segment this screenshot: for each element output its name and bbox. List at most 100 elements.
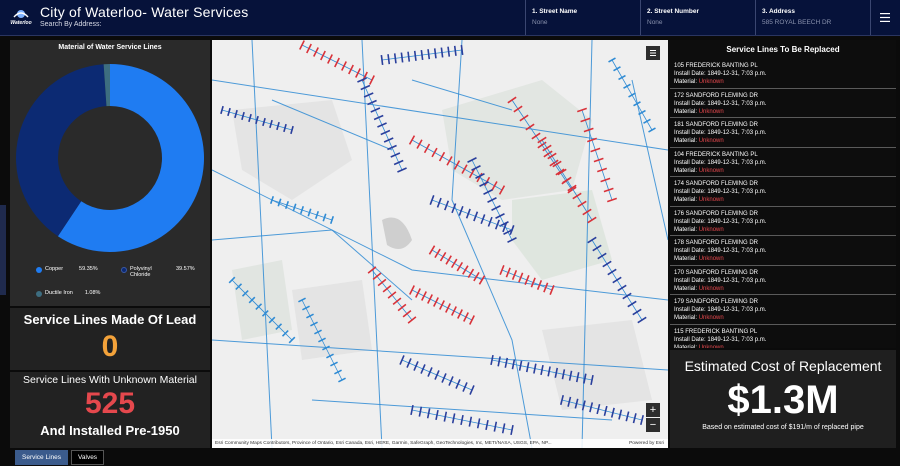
side-panel-toggle[interactable] xyxy=(0,205,6,295)
list-item-address: 104 FREDERICK BANTING PL xyxy=(674,151,758,158)
service-line-pvc xyxy=(436,197,442,208)
service-line-pvc xyxy=(469,385,475,395)
service-line-unknown xyxy=(431,147,438,158)
service-line-pvc xyxy=(418,406,423,417)
service-line-pvc xyxy=(420,49,424,61)
service-line-unknown xyxy=(439,300,445,310)
legend-item-copper[interactable]: Copper 59.35% xyxy=(36,266,98,273)
service-line-unknown xyxy=(427,294,433,304)
lead-count: 0 xyxy=(101,330,119,363)
service-line-pvc xyxy=(367,99,377,106)
tab-valves[interactable]: Valves xyxy=(71,450,105,465)
list-item-address: 105 FREDERICK BANTING PL xyxy=(674,63,758,69)
list-item[interactable]: 105 FREDERICK BANTING PL Install Date: 18… xyxy=(670,59,896,89)
legend-label: Polyvinyl Chloride xyxy=(130,266,152,278)
list-item-material: Material: Unknown xyxy=(674,138,724,144)
list-item-install-date: Install Date: 1849-12-31, 7:03 p.m. xyxy=(674,159,767,166)
list-item[interactable]: 174 SANDFORD FLEMING DR Install Date: 184… xyxy=(670,177,896,207)
material-donut-chart[interactable] xyxy=(10,58,210,258)
list-item[interactable]: 115 FREDERICK BANTING PL Install Date: 18… xyxy=(670,324,896,349)
list-item-install-date: Install Date: 1849-12-31, 7:03 p.m. xyxy=(674,71,767,77)
layer-list-button[interactable] xyxy=(646,46,660,60)
list-item-material: Material: Unknown xyxy=(674,344,724,349)
list-item[interactable]: 181 SANDFORD FLEMING DR Install Date: 184… xyxy=(670,118,896,148)
service-line-unknown xyxy=(367,266,377,274)
powered-by-esri[interactable]: Powered by Esri xyxy=(629,441,664,446)
pond xyxy=(382,217,412,249)
service-line-pvc xyxy=(490,354,494,366)
service-line-pvc xyxy=(462,382,468,392)
list-item-material: Material: Unknown xyxy=(674,256,724,262)
service-line-pvc xyxy=(380,129,391,136)
park-area xyxy=(442,80,592,200)
service-line-pvc xyxy=(406,358,412,368)
list-item-install-date: Install Date: 1849-12-31, 7:03 p.m. xyxy=(674,248,767,254)
list-item[interactable]: 104 FREDERICK BANTING PL Install Date: 18… xyxy=(670,147,896,177)
service-line-unknown xyxy=(456,261,464,272)
legend-item-ductile-iron[interactable]: Ductile Iron 1.08% xyxy=(36,290,100,297)
chart-legend: Copper 59.35% Polyvinyl Chloride 39.57% … xyxy=(36,266,206,306)
service-line-pvc xyxy=(399,355,405,365)
service-line-pvc xyxy=(448,376,454,386)
service-line-unknown xyxy=(320,50,326,61)
service-line-pvc xyxy=(357,77,367,83)
legend-pct: 1.08% xyxy=(84,290,101,296)
address-value: 585 ROYAL BEECH DR xyxy=(762,19,832,26)
service-line-pvc xyxy=(510,424,514,436)
chart-title: Material of Water Service Lines xyxy=(58,44,162,51)
service-line-pvc xyxy=(460,414,464,426)
list-item[interactable]: 178 SANDFORD FLEMING DR Install Date: 184… xyxy=(670,236,896,266)
service-line-pvc xyxy=(494,219,500,230)
list-item[interactable]: 172 SANDFORD FLEMING DR Install Date: 184… xyxy=(670,88,896,118)
map-canvas[interactable] xyxy=(212,40,668,448)
service-line-pvc xyxy=(387,54,391,65)
service-line-unknown xyxy=(369,75,375,85)
service-line-pvc xyxy=(444,200,450,211)
zoom-out-button[interactable]: − xyxy=(646,418,660,432)
service-line-pvc xyxy=(447,46,451,57)
street-main xyxy=(581,109,613,201)
service-line-pvc xyxy=(637,316,647,324)
service-lines-map[interactable]: + − Esri Community Maps Contributors, Pr… xyxy=(212,40,668,448)
service-line-pvc xyxy=(413,361,419,371)
service-line-unknown xyxy=(438,151,446,162)
service-line-pvc xyxy=(220,105,224,115)
service-line-unknown xyxy=(334,57,340,68)
list-item-material: Material: Unknown xyxy=(674,79,724,85)
list-item-install-date: Install Date: 1849-12-31, 7:03 p.m. xyxy=(674,218,767,225)
legend-item-pvc[interactable]: Polyvinyl Chloride 39.57% xyxy=(121,266,201,278)
service-line-pvc xyxy=(468,416,473,427)
list-item[interactable]: 176 SANDFORD FLEMING DR Install Date: 184… xyxy=(670,206,896,236)
service-line-pvc xyxy=(473,211,479,222)
legend-label: Ductile Iron xyxy=(45,290,73,296)
menu-button[interactable] xyxy=(870,0,898,35)
service-line-unknown xyxy=(530,277,536,288)
waterloo-logo: Waterloo xyxy=(6,3,36,33)
zoom-in-button[interactable]: + xyxy=(646,403,660,417)
service-line-pvc xyxy=(453,45,457,56)
service-line-unknown xyxy=(313,47,319,57)
service-line-unknown xyxy=(377,278,387,287)
tab-service-lines[interactable]: Service Lines xyxy=(15,450,69,465)
cost-note: Based on estimated cost of $191/m of rep… xyxy=(702,424,864,431)
water-main xyxy=(251,40,273,448)
list-item-material: Material: Unknown xyxy=(674,108,724,115)
street-name-selector[interactable]: 1. Street Name None xyxy=(525,0,640,35)
service-line-unknown xyxy=(392,297,402,305)
street-number-selector[interactable]: 2. Street Number None xyxy=(640,0,755,35)
service-line-unknown xyxy=(409,285,415,295)
bottom-tabs: Service Lines Valves xyxy=(15,450,107,465)
list-item-address: 115 FREDERICK BANTING PL xyxy=(674,328,758,335)
service-line-pvc xyxy=(360,84,371,91)
service-line-unknown xyxy=(445,303,451,313)
service-line-pvc xyxy=(420,364,426,374)
service-line-pvc xyxy=(426,408,431,419)
service-line-pvc xyxy=(227,107,231,117)
list-item[interactable]: 170 SANDFORD FLEMING DR Install Date: 184… xyxy=(670,265,896,295)
lead-label: Service Lines Made Of Lead xyxy=(23,312,197,327)
service-line-unknown xyxy=(473,271,480,282)
address-selector[interactable]: 3. Address 585 ROYAL BEECH DR xyxy=(755,0,870,35)
list-item-address: 170 SANDFORD FLEMING DR xyxy=(674,269,759,276)
service-line-pvc xyxy=(440,47,444,58)
list-item[interactable]: 179 SANDFORD FLEMING DR Install Date: 184… xyxy=(670,295,896,325)
